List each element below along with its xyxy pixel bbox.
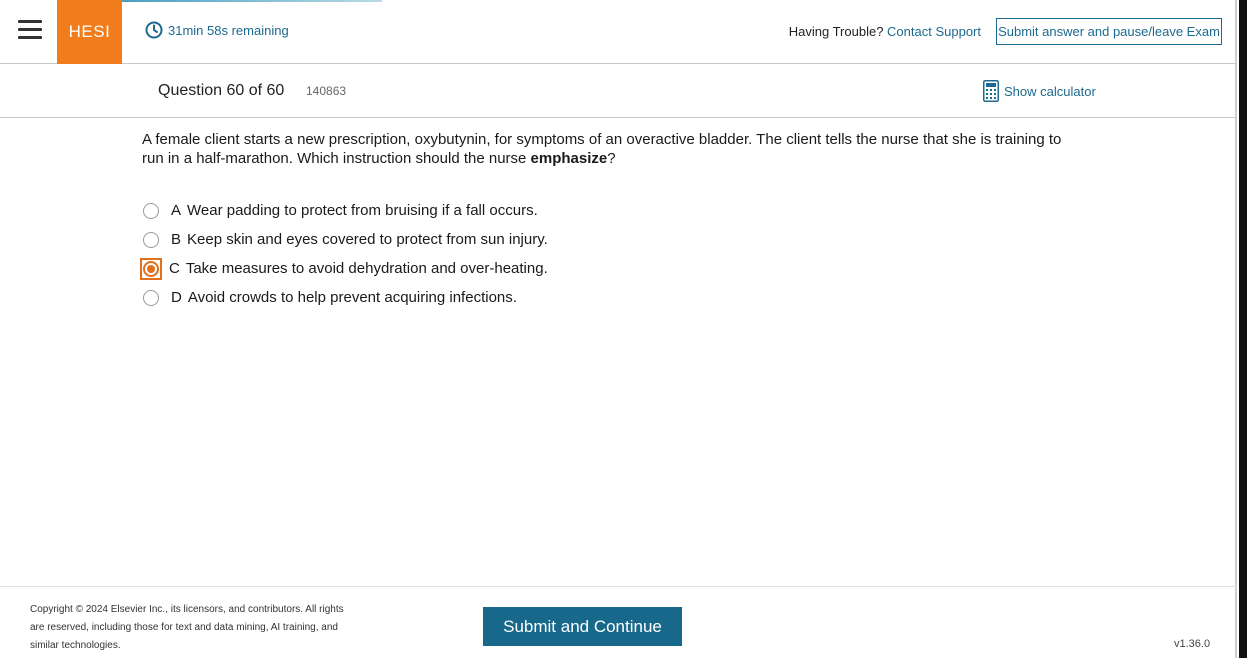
option-d[interactable]: D Avoid crowds to help prevent acquiring… [142, 283, 548, 312]
show-calculator-button[interactable]: Show calculator [983, 80, 1096, 102]
option-letter: D [171, 289, 182, 306]
stem-end: ? [607, 150, 616, 167]
copyright-text: Copyright © 2024 Elsevier Inc., its lice… [30, 604, 344, 651]
question-id: 140863 [306, 84, 347, 98]
clock-icon [145, 21, 163, 39]
option-a[interactable]: A Wear padding to protect from bruising … [142, 196, 548, 225]
stem-emphasis: emphasize [530, 150, 608, 167]
option-b[interactable]: B Keep skin and eyes covered to protect … [142, 225, 548, 254]
option-text: Avoid crowds to help prevent acquiring i… [187, 289, 517, 306]
option-c[interactable]: C Take measures to avoid dehydration and… [140, 254, 548, 283]
radio-button[interactable] [143, 202, 159, 219]
calculator-label: Show calculator [1004, 83, 1096, 99]
question-stem: A female client starts a new prescriptio… [142, 130, 1072, 168]
submit-and-continue-button[interactable]: Submit and Continue [483, 607, 682, 646]
selected-radio-focus[interactable] [140, 257, 162, 280]
radio-button[interactable] [143, 231, 159, 248]
contact-support-link[interactable]: Contact Support [887, 24, 981, 39]
option-text: Keep skin and eyes covered to protect fr… [187, 231, 548, 248]
brand-logo: HESI [57, 0, 122, 64]
exam-timer: 31min 58s remaining [145, 21, 289, 39]
exam-window: HESI 31min 58s remaining Having Trouble?… [0, 0, 1237, 658]
radio-button[interactable] [143, 289, 159, 306]
question-header: Question 60 of 60 140863 Show calculator [0, 64, 1237, 118]
option-text: Wear padding to protect from bruising if… [187, 202, 538, 219]
hamburger-menu-icon[interactable] [18, 20, 42, 42]
version-label: v1.36.0 [1174, 638, 1211, 650]
pause-leave-exam-button[interactable]: Submit answer and pause/leave Exam [996, 18, 1222, 45]
question-number: Question 60 of 60 [158, 82, 285, 99]
option-letter: C [169, 260, 180, 277]
option-letter: A [171, 202, 182, 219]
radio-button-selected[interactable] [143, 260, 159, 277]
timer-text: 31min 58s remaining [168, 22, 289, 38]
answer-options: A Wear padding to protect from bruising … [140, 196, 548, 312]
option-text: Take measures to avoid dehydration and o… [185, 260, 548, 277]
option-letter: B [171, 231, 182, 248]
calculator-icon [983, 80, 999, 102]
footer: Copyright © 2024 Elsevier Inc., its lice… [0, 586, 1237, 658]
header-bar: HESI 31min 58s remaining Having Trouble?… [0, 0, 1237, 64]
window-edge [1239, 0, 1247, 658]
trouble-label: Having Trouble? [788, 24, 884, 39]
progress-accent [122, 0, 382, 2]
help-text: Having Trouble? Contact Support [789, 24, 981, 39]
